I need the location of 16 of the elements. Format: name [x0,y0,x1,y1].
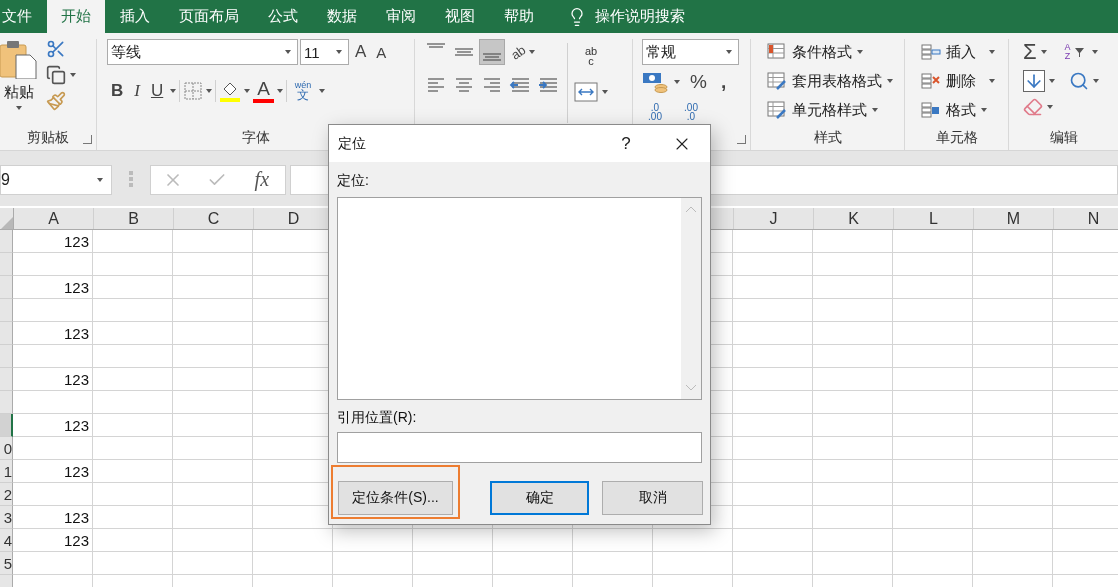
table-cell: 123 [13,506,93,529]
table-cell: 123 [13,368,93,391]
group-label: 字体 [241,128,270,147]
reference-label: 引用位置(R): [337,409,418,427]
table-cell: 123 [13,460,93,483]
table-cell: 123 [13,276,93,299]
table-cell: 123 [13,414,93,437]
group-label: 编辑 [1050,128,1078,147]
table-cell: 123 [13,529,93,552]
table-cell: 123 [13,230,93,253]
group-label: 样式 [813,128,842,147]
dialog-title: 定位 [338,134,367,153]
group-label: 单元格 [935,128,978,147]
group-label: 剪贴板 [27,128,69,147]
table-cell: 123 [13,322,93,345]
list-label: 定位: [337,172,370,190]
